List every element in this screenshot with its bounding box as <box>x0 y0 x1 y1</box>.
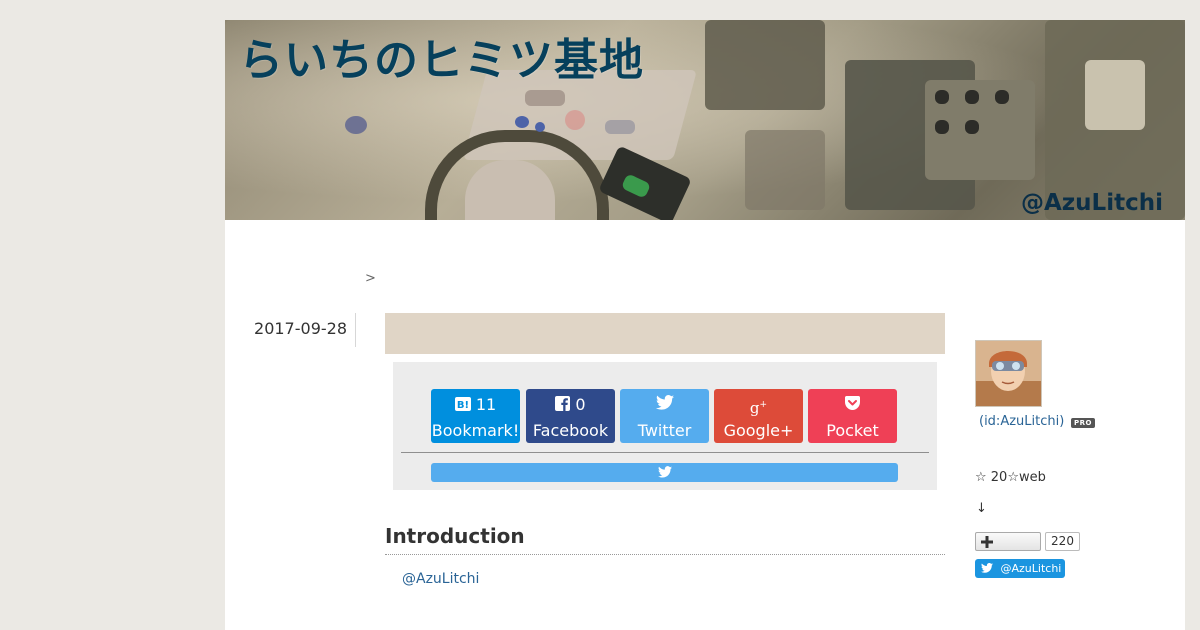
google-plus-label: Google+ <box>723 421 794 440</box>
avatar[interactable] <box>975 340 1042 407</box>
hatena-bookmark-button[interactable]: B! 11 Bookmark! <box>431 389 520 443</box>
twitter-bird-icon <box>655 395 674 414</box>
entry-title-bar <box>385 313 945 354</box>
twitter-label: Twitter <box>637 421 692 440</box>
entry-date[interactable]: 2017-09-28 <box>254 319 347 338</box>
facebook-label: Facebook <box>532 421 609 440</box>
pocket-icon <box>845 395 860 414</box>
twitter-share-button[interactable]: Twitter <box>620 389 709 443</box>
svg-text:B!: B! <box>457 400 469 411</box>
pro-badge: PRO <box>1071 418 1095 428</box>
twitter-bird-icon <box>975 562 1001 575</box>
facebook-icon <box>555 395 571 416</box>
profile-id-link[interactable]: (id:AzuLitchi) <box>979 414 1064 429</box>
header-handle: @AzuLitchi <box>1021 190 1163 216</box>
twitter-follow-label: @AzuLitchi <box>1000 562 1062 575</box>
hatena-bookmark-icon: B! <box>454 396 471 416</box>
blog-header-banner[interactable]: らいちのヒミツ基地 @AzuLitchi <box>225 20 1185 220</box>
facebook-share-button[interactable]: 0 Facebook <box>526 389 615 443</box>
google-plus-icon: g+ <box>749 399 768 417</box>
breadcrumb: > <box>365 271 376 286</box>
page-container: らいちのヒミツ基地 @AzuLitchi > 2017-09-28 B! 11 … <box>225 20 1185 630</box>
twitter-bird-icon <box>657 463 672 482</box>
share-divider <box>401 452 929 453</box>
facebook-count: 0 <box>575 395 586 414</box>
section-heading: Introduction <box>385 524 945 555</box>
hatena-bookmark-label: Bookmark! <box>431 421 520 440</box>
hatena-bookmark-count: 11 <box>475 395 497 414</box>
down-arrow: ↓ <box>976 501 987 516</box>
google-plus-share-button[interactable]: g+ Google+ <box>714 389 803 443</box>
entry-date-column: 2017-09-28 <box>225 313 356 347</box>
twitter-follow-button[interactable]: @AzuLitchi <box>975 559 1065 578</box>
twitter-handle-link[interactable]: @AzuLitchi <box>402 571 479 587</box>
profile-description: ☆ 20☆web <box>975 470 1046 485</box>
follow-button[interactable] <box>975 532 1041 551</box>
pocket-share-button[interactable]: Pocket <box>808 389 897 443</box>
follower-count: 220 <box>1045 532 1080 551</box>
pocket-label: Pocket <box>826 421 879 440</box>
tweet-bar-button[interactable] <box>431 463 898 482</box>
breadcrumb-separator: > <box>365 271 376 286</box>
blog-title[interactable]: らいちのヒミツ基地 <box>239 24 644 88</box>
social-share-box: B! 11 Bookmark! 0 Facebook Twitter g+ Go… <box>393 362 937 490</box>
